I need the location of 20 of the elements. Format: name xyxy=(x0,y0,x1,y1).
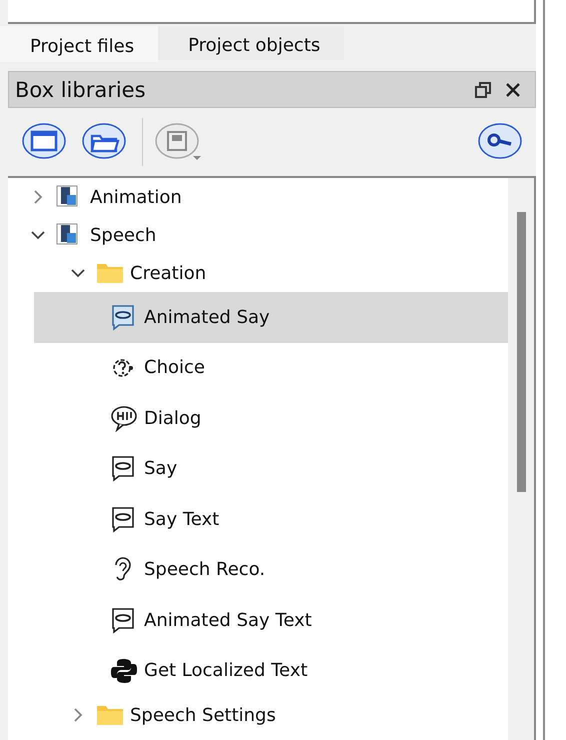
panel-title: Box libraries xyxy=(15,78,147,102)
tree-item[interactable]: Animated Say Text xyxy=(34,595,508,646)
tree-item[interactable]: Say Text xyxy=(34,494,508,544)
tree-item[interactable]: Animation xyxy=(8,178,508,216)
close-button[interactable] xyxy=(505,82,521,98)
tree-item[interactable]: Get Localized Text xyxy=(34,646,508,696)
tree-item[interactable]: Speech Settings xyxy=(8,696,508,734)
scrollbar-thumb[interactable] xyxy=(516,212,526,492)
tree-item[interactable]: Dialog xyxy=(34,393,508,444)
python-icon xyxy=(110,657,138,684)
tree-item[interactable]: Animated Say xyxy=(34,292,508,342)
tree-item[interactable]: Speech xyxy=(8,216,508,254)
tab[interactable]: Project objects xyxy=(158,26,344,60)
tree-item[interactable]: Say xyxy=(34,444,508,494)
tree-item[interactable]: Creation xyxy=(8,254,508,292)
restore-button[interactable] xyxy=(475,82,491,98)
tree-item[interactable]: Speech Reco. xyxy=(34,544,508,595)
dialog-bubble-icon xyxy=(110,404,138,432)
tab[interactable]: Project files xyxy=(0,26,158,62)
tree-item[interactable]: Choice xyxy=(34,342,508,393)
